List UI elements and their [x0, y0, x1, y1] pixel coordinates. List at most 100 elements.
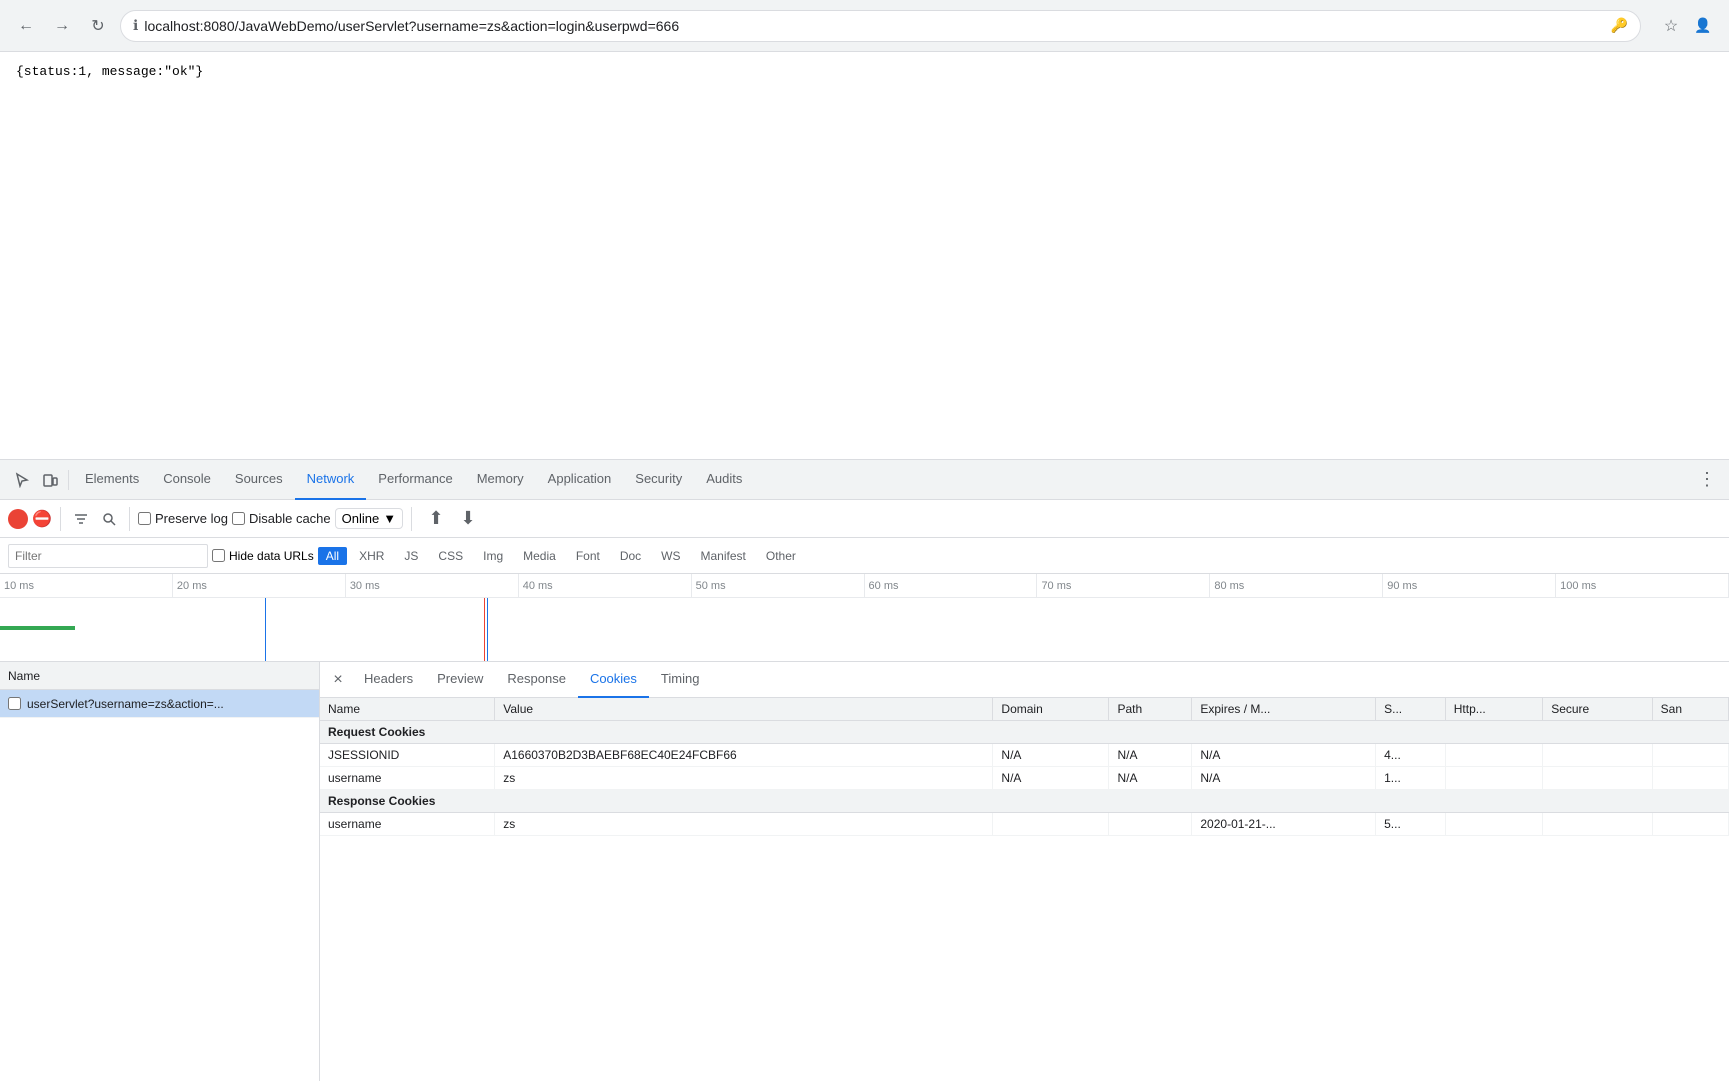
filter-type-other[interactable]: Other	[758, 547, 804, 565]
hide-data-urls-label[interactable]: Hide data URLs	[212, 549, 314, 563]
info-icon: ℹ	[133, 17, 138, 34]
filter-type-js[interactable]: JS	[396, 547, 426, 565]
cookie-value: zs	[495, 813, 993, 836]
col-header-expires: Expires / M...	[1192, 698, 1376, 721]
tab-sources[interactable]: Sources	[223, 460, 295, 500]
stop-button[interactable]: ⛔	[32, 509, 52, 529]
tick-30ms: 30 ms	[346, 574, 519, 597]
tick-40ms: 40 ms	[519, 574, 692, 597]
filter-type-img[interactable]: Img	[475, 547, 511, 565]
filter-type-doc[interactable]: Doc	[612, 547, 649, 565]
tick-50ms: 50 ms	[692, 574, 865, 597]
tab-memory[interactable]: Memory	[465, 460, 536, 500]
detail-tab-preview[interactable]: Preview	[425, 662, 495, 698]
device-icon-button[interactable]	[36, 466, 64, 494]
tick-20ms: 20 ms	[173, 574, 346, 597]
profile-button[interactable]: 👤	[1689, 12, 1717, 40]
col-header-http: Http...	[1445, 698, 1542, 721]
cookie-http	[1445, 744, 1542, 767]
filter-type-css[interactable]: CSS	[430, 547, 471, 565]
tab-elements[interactable]: Elements	[73, 460, 151, 500]
detail-tab-timing[interactable]: Timing	[649, 662, 712, 698]
request-name: userServlet?username=zs&action=...	[27, 697, 311, 711]
back-button[interactable]: ←	[12, 12, 40, 40]
export-button[interactable]: ⬇	[456, 507, 480, 531]
disable-cache-checkbox[interactable]	[232, 512, 245, 525]
table-row[interactable]: username zs 2020-01-21-... 5...	[320, 813, 1729, 836]
record-button[interactable]	[8, 509, 28, 529]
close-detail-button[interactable]: ×	[328, 670, 348, 690]
filter-icon-button[interactable]	[69, 507, 93, 531]
filter-type-ws[interactable]: WS	[653, 547, 688, 565]
table-row[interactable]: userServlet?username=zs&action=...	[0, 690, 319, 718]
filter-type-all[interactable]: All	[318, 547, 347, 565]
chevron-down-icon: ▼	[383, 511, 396, 526]
col-header-samesite: San	[1652, 698, 1728, 721]
timeline-blue-line	[265, 598, 266, 662]
detail-tab-headers[interactable]: Headers	[352, 662, 425, 698]
tab-network[interactable]: Network	[295, 460, 367, 500]
import-export-buttons: ⬆ ⬇	[424, 507, 480, 531]
tick-10ms: 10 ms	[0, 574, 173, 597]
preserve-log-label[interactable]: Preserve log	[138, 511, 228, 526]
filter-row: Hide data URLs All XHR JS CSS Img Media …	[0, 538, 1729, 574]
tab-application[interactable]: Application	[536, 460, 624, 500]
timeline-red-line	[484, 598, 485, 662]
response-cookies-section: Response Cookies	[320, 790, 1729, 813]
request-list: userServlet?username=zs&action=...	[0, 690, 319, 1081]
toolbar-sep2	[129, 507, 130, 531]
cookie-path: N/A	[1109, 767, 1192, 790]
search-icon-button[interactable]	[97, 507, 121, 531]
row-checkbox[interactable]	[8, 697, 21, 710]
col-header-secure: Secure	[1543, 698, 1652, 721]
disable-cache-label[interactable]: Disable cache	[232, 511, 331, 526]
cookie-name: JSESSIONID	[320, 744, 495, 767]
address-bar[interactable]: ℹ localhost:8080/JavaWebDemo/userServlet…	[120, 10, 1641, 42]
more-tabs-button[interactable]: ⋮	[1693, 466, 1721, 494]
throttle-dropdown[interactable]: Online ▼	[335, 508, 403, 529]
tab-performance[interactable]: Performance	[366, 460, 464, 500]
page-content: {status:1, message:"ok"}	[0, 52, 1729, 459]
col-header-path: Path	[1109, 698, 1192, 721]
reload-button[interactable]: ↻	[84, 12, 112, 40]
cursor-icon-button[interactable]	[8, 466, 36, 494]
cookies-table-wrap: Name Value Domain Path Expires / M... S.…	[320, 698, 1729, 1081]
devtools-panel: Elements Console Sources Network Perform…	[0, 459, 1729, 1081]
tab-console[interactable]: Console	[151, 460, 223, 500]
cookie-domain: N/A	[993, 744, 1109, 767]
cookie-size: 1...	[1376, 767, 1446, 790]
cookie-name: username	[320, 813, 495, 836]
tab-security[interactable]: Security	[623, 460, 694, 500]
preserve-log-checkbox[interactable]	[138, 512, 151, 525]
detail-tab-cookies[interactable]: Cookies	[578, 662, 649, 698]
cookie-http	[1445, 767, 1542, 790]
key-icon: 🔑	[1611, 17, 1628, 34]
col-header-value: Value	[495, 698, 993, 721]
filter-type-manifest[interactable]: Manifest	[693, 547, 754, 565]
devtools-tab-bar: Elements Console Sources Network Perform…	[0, 460, 1729, 500]
page-response-text: {status:1, message:"ok"}	[16, 64, 203, 79]
cookie-expires: N/A	[1192, 744, 1376, 767]
hide-data-urls-checkbox[interactable]	[212, 549, 225, 562]
cookie-secure	[1543, 744, 1652, 767]
tabs-separator	[68, 470, 69, 490]
cookies-table: Name Value Domain Path Expires / M... S.…	[320, 698, 1729, 836]
filter-input[interactable]	[8, 544, 208, 568]
bookmark-button[interactable]: ☆	[1657, 12, 1685, 40]
cookie-same	[1652, 744, 1728, 767]
table-row[interactable]: JSESSIONID A1660370B2D3BAEBF68EC40E24FCB…	[320, 744, 1729, 767]
request-cookies-section: Request Cookies	[320, 721, 1729, 744]
forward-button[interactable]: →	[48, 12, 76, 40]
browser-toolbar-icons: ☆ 👤	[1657, 12, 1717, 40]
import-button[interactable]: ⬆	[424, 507, 448, 531]
filter-type-xhr[interactable]: XHR	[351, 547, 392, 565]
tick-80ms: 80 ms	[1210, 574, 1383, 597]
filter-type-font[interactable]: Font	[568, 547, 608, 565]
cookie-expires: N/A	[1192, 767, 1376, 790]
tick-60ms: 60 ms	[865, 574, 1038, 597]
filter-type-media[interactable]: Media	[515, 547, 564, 565]
tab-audits[interactable]: Audits	[694, 460, 754, 500]
detail-tab-response[interactable]: Response	[495, 662, 578, 698]
tick-90ms: 90 ms	[1383, 574, 1556, 597]
table-row[interactable]: username zs N/A N/A N/A 1...	[320, 767, 1729, 790]
